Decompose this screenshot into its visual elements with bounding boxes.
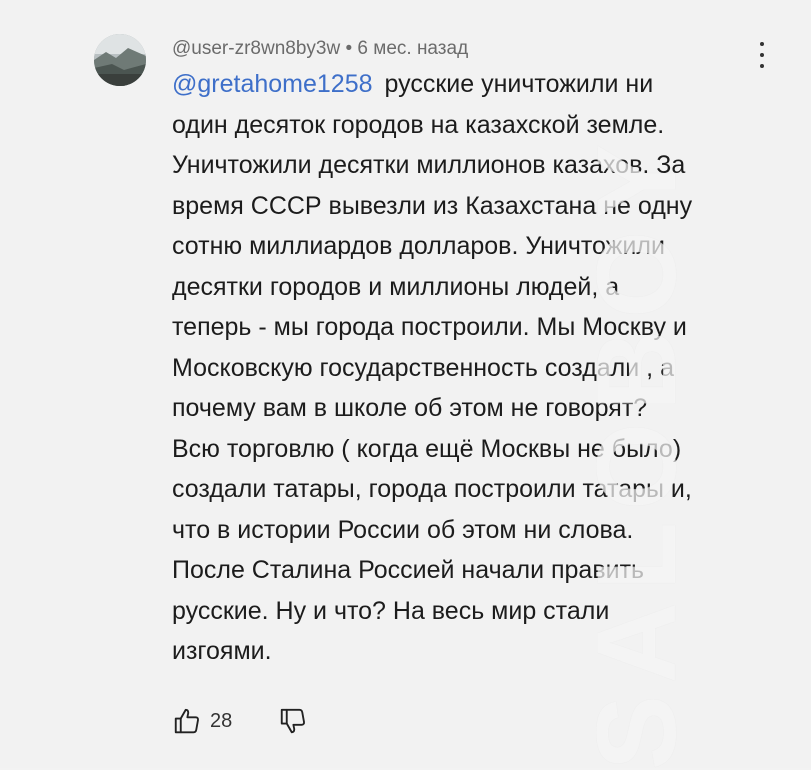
comment-line-9: почему вам в школе об этом не говорят? — [172, 394, 648, 422]
comment-line-1: @gretahome1258 русские уничтожили ни — [172, 70, 654, 98]
comment-line-4: время СССР вывезли из Казахстана не одну — [172, 191, 693, 220]
comment-line-13: После Сталина Россией начали править — [172, 556, 645, 584]
comment-line-5: сотню миллиардов долларов. Уничтожили — [172, 232, 665, 260]
comment-time: 6 мес. назад — [357, 38, 469, 59]
comment-line-11: создали татары, города построили татары … — [172, 475, 692, 503]
comment-line-2: один десяток городов на казахской земле. — [172, 110, 665, 139]
comment-line-14: русские. Ну и что? На весь мир стали — [172, 596, 610, 625]
comment-line-8: Московскую государственность создали , а — [172, 353, 674, 382]
comment-line-7: теперь - мы города построили. Мы Москву … — [172, 313, 687, 341]
meta-separator: • — [345, 38, 353, 59]
username[interactable]: @user-zr8wn8by3w — [172, 38, 340, 59]
comment-line-3: Уничтожили десятки миллионов казахов. За — [172, 151, 686, 179]
thumbs-up-icon[interactable] — [172, 706, 202, 736]
avatar[interactable] — [94, 34, 146, 86]
comment-actions: 28 — [172, 704, 308, 738]
comment-line-15: изгоями. — [172, 637, 272, 665]
thumbs-down-icon[interactable] — [278, 706, 308, 736]
comment-card: @user-zr8wn8by3w • 6 мес. назад @gretaho… — [0, 0, 811, 770]
comment-text: @gretahome1258 русские уничтожили ни один… — [172, 64, 772, 672]
comment-line-6: десятки городов и миллионы людей, а — [172, 272, 620, 301]
comment-line-12: что в истории России об этом ни слова. — [172, 515, 634, 544]
avatar-landscape-image — [94, 34, 146, 86]
like-count: 28 — [210, 709, 233, 732]
mention-link[interactable]: @gretahome1258 — [172, 70, 373, 98]
comment-meta: @user-zr8wn8by3w • 6 мес. назад — [172, 38, 468, 60]
comment-line-10: Всю торговлю ( когда ещё Москвы не было) — [172, 434, 682, 463]
